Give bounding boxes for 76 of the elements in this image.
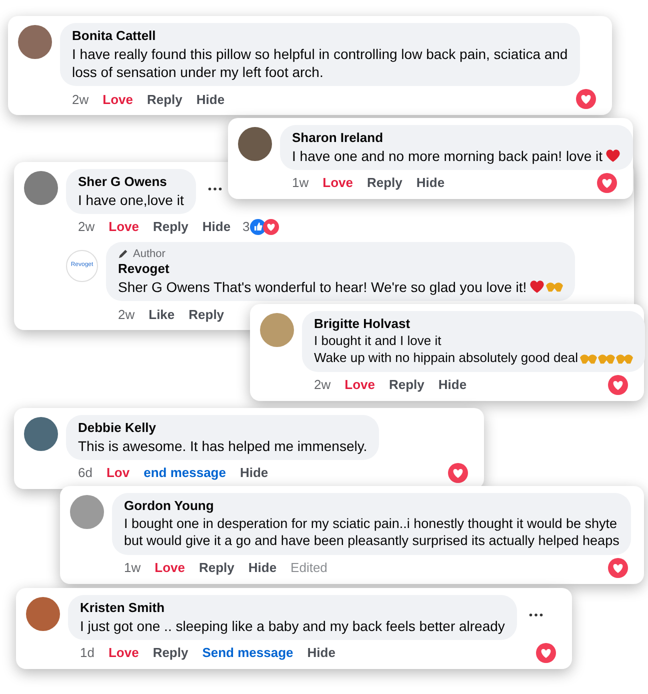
commenter-name[interactable]: Debbie Kelly xyxy=(78,420,368,437)
action-link[interactable]: Lov xyxy=(106,463,130,483)
comment-text: Wake up with no hippain absolutely good deal xyxy=(314,350,578,367)
comment-text: I have really found this pillow so helpful in controlling low back pain, sciatica and xyxy=(72,44,568,64)
comment-text: I have one,love it xyxy=(78,190,184,210)
action-link[interactable]: Love xyxy=(108,643,139,663)
heart-reaction-icon xyxy=(608,558,628,578)
action-link[interactable]: Reply xyxy=(152,643,188,663)
action-link[interactable]: Send message xyxy=(202,643,294,663)
action-link[interactable]: Hide xyxy=(438,374,467,394)
avatar[interactable] xyxy=(24,417,58,451)
comment-text: but would give it a go and have been pleasantly surprised its actually helped heaps xyxy=(124,532,620,550)
action-link[interactable]: Love xyxy=(154,558,185,578)
heart-hands-icon xyxy=(616,352,634,364)
reaction-count: 3 xyxy=(242,218,250,236)
avatar[interactable] xyxy=(70,495,104,529)
comment-text: I have one and no more morning back pain! love it xyxy=(292,146,603,166)
badge-label: Author xyxy=(133,246,166,261)
commenter-name[interactable]: Gordon Young xyxy=(124,498,620,515)
comment-text: I just got one .. sleeping like a baby and my back feels better already xyxy=(80,616,505,636)
commenter-name[interactable]: Bonita Cattell xyxy=(72,28,568,45)
timestamp: 1d xyxy=(80,644,94,662)
heart-reaction-icon xyxy=(262,218,279,235)
heart-reaction-icon xyxy=(597,173,617,194)
action-link[interactable]: Reply xyxy=(152,217,188,237)
pen-icon xyxy=(118,248,129,260)
heart-emoji-icon xyxy=(528,279,545,294)
timestamp: 1w xyxy=(124,559,141,578)
like-reaction-icon xyxy=(250,218,266,235)
more-options-icon[interactable] xyxy=(208,187,222,191)
commenter-name[interactable]: Sharon Ireland xyxy=(292,130,621,147)
comment-text: I bought it and I love it xyxy=(314,332,442,350)
comment-text: I bought one in desperation for my sciatic pain..i honestly thought it would be shyte xyxy=(124,514,618,532)
heart-reaction-icon xyxy=(608,374,628,395)
comment-text: This is awesome. It has helped me immensely. xyxy=(78,436,368,456)
timestamp: 2w xyxy=(78,218,95,236)
commenter-name[interactable]: Revoget xyxy=(118,260,563,278)
action-link[interactable]: Hide xyxy=(307,643,336,663)
action-link[interactable]: Hide xyxy=(248,558,277,578)
action-link[interactable]: Like xyxy=(148,304,175,324)
heart-reaction-icon xyxy=(576,89,596,110)
heart-hands-icon xyxy=(598,352,616,364)
action-link[interactable]: Hide xyxy=(196,90,225,110)
action-link[interactable]: Love xyxy=(108,217,139,237)
timestamp: 2w xyxy=(314,376,331,394)
commenter-name[interactable]: Kristen Smith xyxy=(80,600,505,617)
comment-text: Sher G Owens That's wonderful to hear! We're so glad you love it! xyxy=(118,278,527,296)
timestamp: 2w xyxy=(72,90,89,109)
timestamp: 6d xyxy=(78,464,92,482)
action-link[interactable]: Reply xyxy=(146,90,182,110)
heart-reaction-icon xyxy=(448,463,468,484)
avatar[interactable] xyxy=(26,597,60,631)
avatar[interactable] xyxy=(18,25,52,59)
action-link[interactable]: Love xyxy=(344,374,375,394)
action-link[interactable]: Reply xyxy=(198,558,234,578)
action-link[interactable]: Hide xyxy=(416,173,445,193)
heart-hands-icon xyxy=(546,281,563,292)
action-link[interactable]: Love xyxy=(322,173,353,193)
action-link[interactable]: Love xyxy=(102,90,133,110)
action-link[interactable]: Reply xyxy=(388,374,424,394)
more-options-icon[interactable] xyxy=(528,613,543,617)
heart-hands-icon xyxy=(580,352,598,364)
commenter-name[interactable]: Sher G Owens xyxy=(78,174,184,191)
action-link[interactable]: Hide xyxy=(202,217,231,237)
action-link[interactable]: Reply xyxy=(366,173,402,193)
comment-text: loss of sensation under my left foot arch. xyxy=(72,63,324,82)
action-link[interactable]: end message xyxy=(144,463,226,483)
heart-reaction-icon xyxy=(536,643,556,664)
commenter-name[interactable]: Brigitte Holvast xyxy=(314,316,634,333)
action-link[interactable]: Hide xyxy=(240,463,268,483)
action-link[interactable]: Reply xyxy=(188,304,224,324)
avatar[interactable] xyxy=(24,171,58,205)
heart-emoji-icon xyxy=(604,148,621,164)
timestamp: 1w xyxy=(292,174,309,192)
timestamp: 2w xyxy=(118,306,135,324)
avatar[interactable] xyxy=(238,127,272,161)
